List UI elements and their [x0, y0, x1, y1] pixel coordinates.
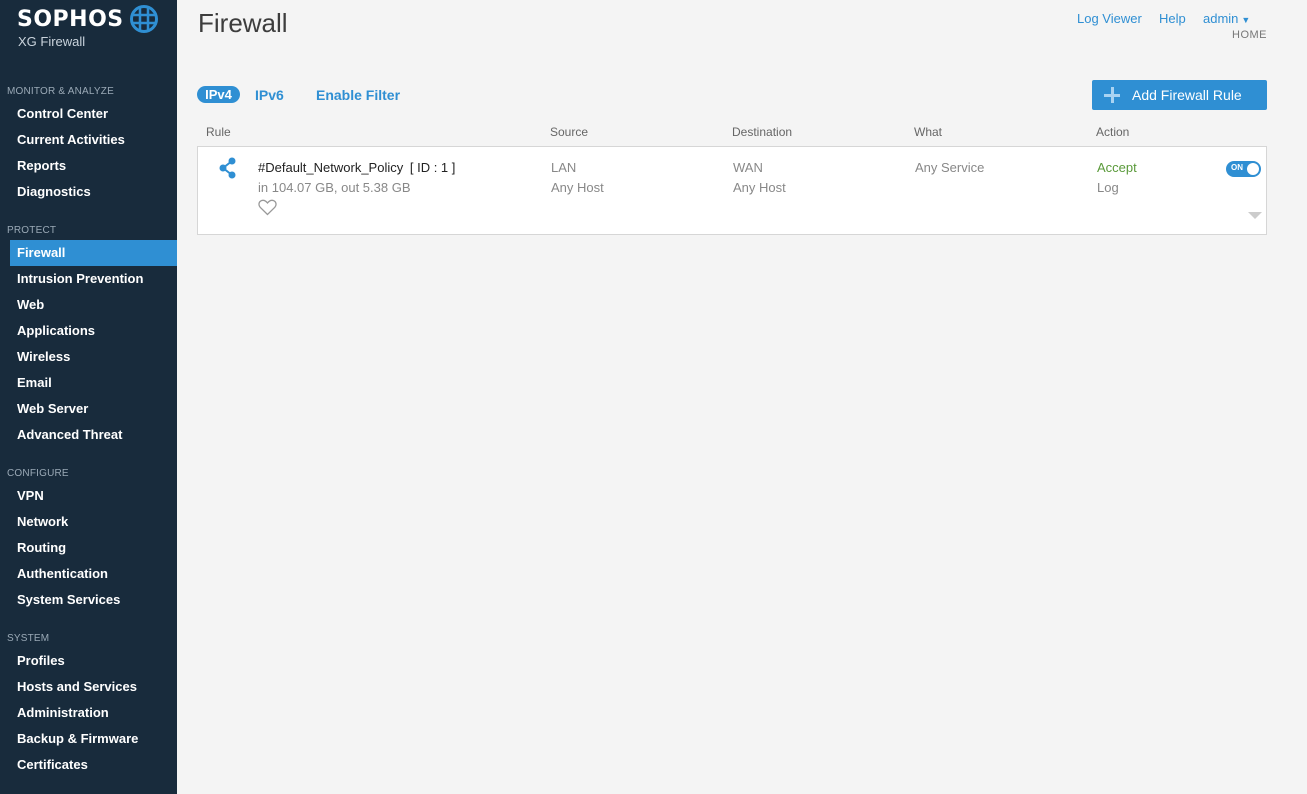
page-title: Firewall — [198, 8, 288, 38]
nav-section-protect: PROTECT — [7, 225, 57, 236]
source-host: Any Host — [551, 180, 604, 195]
column-header-source: Source — [550, 125, 589, 139]
sidebar-item-reports[interactable]: Reports — [10, 153, 177, 179]
sidebar-item-system-services[interactable]: System Services — [10, 587, 177, 613]
brand-logo[interactable]: SOPHOS XG Firewall — [17, 4, 167, 54]
chevron-down-icon: ▼ — [1241, 15, 1251, 25]
sidebar-item-web[interactable]: Web — [10, 292, 177, 318]
admin-label: admin — [1203, 11, 1239, 26]
source-zone: LAN — [551, 160, 577, 175]
toggle-label: ON — [1231, 163, 1243, 172]
sidebar-item-firewall[interactable]: Firewall — [10, 240, 177, 266]
sidebar-item-diagnostics[interactable]: Diagnostics — [10, 179, 177, 205]
rule-enable-toggle[interactable]: ON — [1226, 161, 1261, 177]
rule-id: [ ID : 1 ] — [409, 160, 456, 175]
sidebar-item-advanced-threat[interactable]: Advanced Threat — [10, 422, 177, 448]
what-service: Any Service — [915, 160, 985, 175]
sidebar-item-control-center[interactable]: Control Center — [10, 101, 177, 127]
nav-section-configure: CONFIGURE — [7, 468, 69, 479]
destination-zone: WAN — [733, 160, 763, 175]
expand-row-icon[interactable] — [1248, 212, 1262, 219]
nav-section-monitor: MONITOR & ANALYZE — [7, 86, 114, 97]
column-header-destination: Destination — [732, 125, 793, 139]
globe-icon — [130, 5, 158, 33]
nav-section-system: SYSTEM — [7, 633, 50, 644]
sidebar-item-wireless[interactable]: Wireless — [10, 344, 177, 370]
add-firewall-rule-label: Add Firewall Rule — [1132, 87, 1242, 103]
sidebar-item-current-activities[interactable]: Current Activities — [10, 127, 177, 153]
column-header-what: What — [914, 125, 943, 139]
column-header-rule: Rule — [206, 125, 231, 139]
brand-product: XG Firewall — [18, 34, 86, 49]
brand-name: SOPHOS — [17, 7, 124, 32]
rule-name[interactable]: #Default_Network_Policy — [258, 160, 403, 175]
log-viewer-link[interactable]: Log Viewer — [1077, 11, 1142, 26]
sidebar-item-network[interactable]: Network — [10, 509, 177, 535]
share-icon — [219, 157, 236, 179]
sidebar-item-routing[interactable]: Routing — [10, 535, 177, 561]
action-accept: Accept — [1097, 160, 1137, 175]
heart-icon[interactable] — [258, 199, 277, 216]
sidebar-item-web-server[interactable]: Web Server — [10, 396, 177, 422]
table-row[interactable]: #Default_Network_Policy [ ID : 1 ] in 10… — [197, 146, 1267, 235]
breadcrumb[interactable]: HOME — [1232, 29, 1267, 41]
column-header-action: Action — [1096, 125, 1130, 139]
sidebar-item-administration[interactable]: Administration — [10, 700, 177, 726]
action-log: Log — [1097, 180, 1119, 195]
tab-ipv4[interactable]: IPv4 — [197, 86, 240, 103]
sidebar: SOPHOS XG Firewall MONITOR & ANALYZE Con… — [0, 0, 177, 794]
help-link[interactable]: Help — [1159, 11, 1186, 26]
sidebar-item-applications[interactable]: Applications — [10, 318, 177, 344]
sidebar-item-certificates[interactable]: Certificates — [10, 752, 177, 778]
plus-icon — [1104, 87, 1120, 103]
sidebar-item-email[interactable]: Email — [10, 370, 177, 396]
sidebar-item-intrusion-prevention[interactable]: Intrusion Prevention — [10, 266, 177, 292]
sidebar-item-backup-firmware[interactable]: Backup & Firmware — [10, 726, 177, 752]
sidebar-item-vpn[interactable]: VPN — [10, 483, 177, 509]
rule-traffic: in 104.07 GB, out 5.38 GB — [258, 180, 411, 195]
admin-menu[interactable]: admin ▼ — [1203, 11, 1250, 26]
toggle-knob — [1247, 163, 1259, 175]
tab-ipv6[interactable]: IPv6 — [255, 87, 284, 103]
enable-filter-link[interactable]: Enable Filter — [316, 87, 400, 103]
sidebar-item-authentication[interactable]: Authentication — [10, 561, 177, 587]
sidebar-item-profiles[interactable]: Profiles — [10, 648, 177, 674]
add-firewall-rule-button[interactable]: Add Firewall Rule — [1092, 80, 1267, 110]
sidebar-item-hosts-and-services[interactable]: Hosts and Services — [10, 674, 177, 700]
destination-host: Any Host — [733, 180, 786, 195]
